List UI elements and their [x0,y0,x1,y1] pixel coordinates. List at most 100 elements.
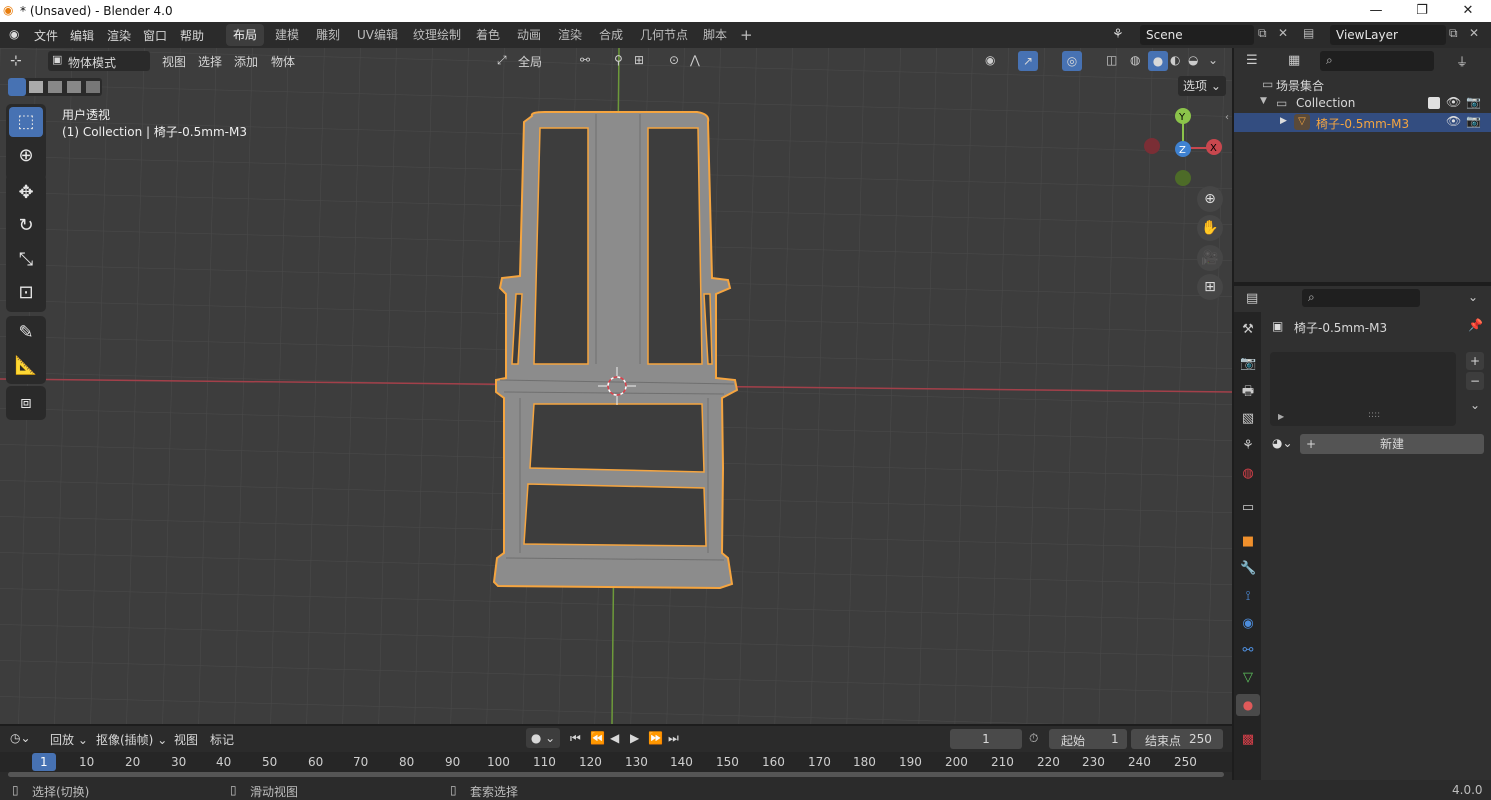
add-workspace-button[interactable]: + [733,24,760,46]
data-tab-icon[interactable]: ▽ [1240,670,1256,686]
scene-icon[interactable]: ⚘ [1112,27,1124,42]
menu-marker[interactable]: 标记 [210,731,234,748]
scene-field[interactable]: Scene [1140,25,1254,45]
zoom-icon[interactable]: ⊕ [1197,186,1223,212]
gizmo-neg-y-icon[interactable] [1175,170,1191,186]
current-frame-field[interactable]: 1 [950,729,1022,749]
material-shading-icon[interactable]: ◐ [1170,53,1180,67]
menu-object[interactable]: 物体 [271,53,295,70]
jump-start-icon[interactable]: ⏮ [570,731,581,746]
xray-icon[interactable]: ◫ [1106,53,1117,67]
snap-target-icon[interactable]: ⊞ [634,53,644,67]
close-button[interactable]: ✕ [1445,0,1491,22]
constraints-tab-icon[interactable]: ⚯ [1240,643,1256,659]
object-render-camera-icon[interactable]: 📷 [1466,114,1481,128]
timeline-ruler[interactable]: 1 10 20 30 40 50 60 70 80 90 100 110 120… [0,752,1232,777]
tab-compositing[interactable]: 合成 [592,24,630,46]
collection-visibility-eye-icon[interactable]: 👁 [1446,95,1461,109]
shading-dropdown-icon[interactable]: ⌄ [1208,53,1218,67]
add-cube-tool-icon[interactable]: ⧈ [9,388,43,418]
wireframe-shading-icon[interactable]: ◍ [1130,53,1140,67]
pin-icon[interactable]: 📌 [1468,318,1483,332]
minimize-button[interactable]: — [1353,0,1399,22]
view-layer-tab-icon[interactable]: ▧ [1240,411,1256,427]
delete-view-layer-icon[interactable]: ✕ [1469,26,1479,40]
menu-keying[interactable]: 抠像(插帧) ⌄ [96,731,167,748]
tab-modeling[interactable]: 建模 [268,24,306,46]
remove-slot-button[interactable]: − [1466,372,1484,390]
new-view-layer-icon[interactable]: ⧉ [1449,26,1458,41]
world-tab-icon[interactable]: ◍ [1240,466,1256,482]
blender-menu-icon[interactable]: ◉ [9,27,19,41]
auto-keying-icon[interactable]: ● ⌄ [526,728,560,748]
gizmo-toggle-icon[interactable]: ↗ [1018,51,1038,71]
end-frame-field[interactable]: 结束点 250 [1131,729,1223,749]
menu-window[interactable]: 窗口 [143,27,167,44]
select-extend-icon[interactable] [29,81,43,93]
pivot-icon[interactable]: ⚯ [580,53,590,67]
measure-tool-icon[interactable]: 📐 [9,351,43,381]
start-frame-field[interactable]: 起始 1 [1049,729,1127,749]
select-set-icon[interactable] [8,78,26,96]
object-visibility-eye-icon[interactable]: 👁 [1446,114,1461,128]
options-dropdown[interactable]: 选项 ⌄ [1178,76,1226,96]
object-tab-icon[interactable]: ■ [1240,534,1256,550]
add-slot-button[interactable]: + [1466,352,1484,370]
new-material-button[interactable]: + 新建 [1300,434,1484,454]
annotate-tool-icon[interactable]: ✎ [9,318,43,348]
jump-keyframe-forward-icon[interactable]: ⏩ [648,731,663,745]
outliner-row-object[interactable]: ▶ ▽ 椅子-0.5mm-M3 👁 📷 [1234,113,1491,132]
outliner-row-scene-collection[interactable]: ▭ 场景集合 [1234,75,1491,94]
menu-add[interactable]: 添加 [234,53,258,70]
render-tab-icon[interactable]: 📷 [1240,356,1256,372]
menu-help[interactable]: 帮助 [180,27,204,44]
view-layer-icon[interactable]: ▤ [1303,26,1314,40]
outliner-search-input[interactable]: ⌕ [1320,51,1434,71]
sidebar-toggle-icon[interactable]: ‹ [1225,112,1229,123]
scene-tab-icon[interactable]: ⚘ [1240,438,1256,454]
collection-render-camera-icon[interactable]: 📷 [1466,95,1481,109]
select-intersect-icon[interactable] [86,81,100,93]
physics-tab-icon[interactable]: ◉ [1240,616,1256,632]
menu-select[interactable]: 选择 [198,53,222,70]
menu-timeline-view[interactable]: 视图 [174,731,198,748]
tab-rendering[interactable]: 渲染 [551,24,589,46]
select-box-tool-icon[interactable]: ⬚ [9,107,43,137]
tab-geometry-nodes[interactable]: 几何节点 [633,24,695,46]
tab-scripting[interactable]: 脚本 [696,24,734,46]
tab-texture-paint[interactable]: 纹理绘制 [406,24,468,46]
rotate-tool-icon[interactable]: ↻ [9,211,43,241]
play-reverse-icon[interactable]: ◀ [610,731,619,745]
move-tool-icon[interactable]: ✥ [9,178,43,208]
stopwatch-icon[interactable]: ⏱ [1029,731,1038,746]
tool-tab-icon[interactable]: ⚒ [1240,322,1256,338]
transform-tool-icon[interactable]: ⊡ [9,278,43,308]
particles-tab-icon[interactable]: ⟟ [1240,589,1256,605]
editor-type-icon[interactable]: ⊹ [10,53,22,69]
list-expand-icon[interactable]: ▶ [1278,412,1284,421]
mode-dropdown[interactable]: ▣ 物体模式 [48,51,150,71]
material-slot-list[interactable]: ▶ :::: [1270,352,1456,426]
select-subtract-icon[interactable] [48,81,62,93]
menu-view[interactable]: 视图 [162,53,186,70]
slot-specials-icon[interactable]: ⌄ [1470,398,1480,412]
cursor-tool-icon[interactable]: ⊕ [9,141,43,171]
perspective-grid-icon[interactable]: ⊞ [1197,274,1223,300]
solid-shading-icon[interactable]: ● [1148,51,1168,71]
expand-collection-icon[interactable]: ▼ [1260,96,1267,106]
outliner-editor-icon[interactable]: ☰ [1246,53,1258,68]
timeline-editor-icon[interactable]: ◷⌄ [10,731,31,745]
3d-viewport[interactable]: Y X Z ⊹ ▣ 物体模式 视图 选择 添加 物体 ⤢ 全局 ⚯ ⚲ ⊞ ⊙ … [0,48,1232,724]
material-browse-icon[interactable]: ◕⌄ [1272,436,1293,450]
falloff-icon[interactable]: ⋀ [690,53,700,67]
material-tab-icon[interactable]: ● [1236,694,1260,716]
jump-end-icon[interactable]: ⏭ [668,731,679,746]
properties-search-input[interactable]: ⌕ [1302,289,1420,307]
rendered-shading-icon[interactable]: ◒ [1188,53,1198,67]
texture-tab-icon[interactable]: ▩ [1240,732,1256,748]
new-scene-icon[interactable]: ⧉ [1258,26,1267,41]
tab-shading[interactable]: 着色 [469,24,507,46]
tab-animation[interactable]: 动画 [510,24,548,46]
menu-edit[interactable]: 编辑 [70,27,94,44]
tab-uv-editing[interactable]: UV编辑 [350,24,405,46]
